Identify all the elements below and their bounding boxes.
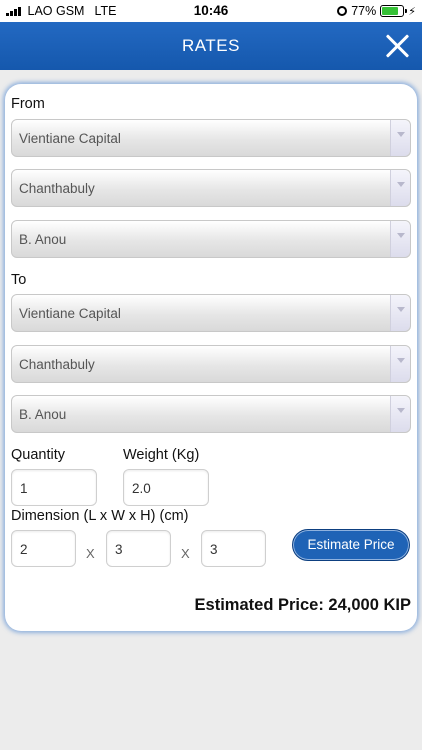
status-right: 77% ⚡ bbox=[337, 4, 416, 18]
quantity-input[interactable]: 1 bbox=[11, 469, 97, 506]
to-district-value: Chanthabuly bbox=[19, 357, 95, 372]
chevron-down-icon bbox=[390, 295, 410, 331]
status-bar: LAO GSM LTE 10:46 77% ⚡ bbox=[0, 0, 422, 22]
from-district-select[interactable]: Chanthabuly bbox=[11, 169, 411, 207]
length-input[interactable]: 2 bbox=[11, 530, 76, 567]
quantity-label: Quantity bbox=[11, 447, 65, 463]
to-province-select[interactable]: Vientiane Capital bbox=[11, 294, 411, 332]
battery-fill bbox=[382, 7, 398, 15]
to-label: To bbox=[11, 272, 27, 288]
times-symbol: X bbox=[181, 546, 190, 561]
height-value: 3 bbox=[210, 542, 218, 557]
from-province-value: Vientiane Capital bbox=[19, 131, 121, 146]
estimate-price-button[interactable]: Estimate Price bbox=[292, 529, 410, 561]
height-input[interactable]: 3 bbox=[201, 530, 266, 567]
width-value: 3 bbox=[115, 542, 123, 557]
chevron-down-icon bbox=[390, 120, 410, 156]
chevron-down-icon bbox=[390, 170, 410, 206]
weight-label: Weight (Kg) bbox=[123, 447, 200, 463]
nav-bar: RATES bbox=[0, 22, 422, 70]
chevron-down-icon bbox=[390, 346, 410, 382]
to-province-value: Vientiane Capital bbox=[19, 306, 121, 321]
to-village-select[interactable]: B. Anou bbox=[11, 395, 411, 433]
length-value: 2 bbox=[20, 542, 28, 557]
width-input[interactable]: 3 bbox=[106, 530, 171, 567]
charging-icon: ⚡ bbox=[408, 5, 416, 18]
from-district-value: Chanthabuly bbox=[19, 181, 95, 196]
times-symbol: X bbox=[86, 546, 95, 561]
rates-form-card: From Vientiane Capital Chanthabuly B. An… bbox=[5, 84, 417, 631]
to-district-select[interactable]: Chanthabuly bbox=[11, 345, 411, 383]
battery-percent: 77% bbox=[351, 4, 377, 18]
weight-value: 2.0 bbox=[132, 481, 151, 496]
from-village-select[interactable]: B. Anou bbox=[11, 220, 411, 258]
quantity-value: 1 bbox=[20, 481, 28, 496]
page-title: RATES bbox=[182, 36, 240, 55]
estimated-price: Estimated Price: 24,000 KIP bbox=[194, 596, 411, 614]
alarm-icon bbox=[337, 6, 348, 16]
to-village-value: B. Anou bbox=[19, 407, 67, 422]
from-label: From bbox=[11, 96, 45, 112]
battery-icon bbox=[380, 5, 408, 17]
from-village-value: B. Anou bbox=[19, 232, 67, 247]
dimension-label: Dimension (L x W x H) (cm) bbox=[11, 508, 189, 524]
chevron-down-icon bbox=[390, 221, 410, 257]
close-icon[interactable] bbox=[384, 33, 410, 59]
chevron-down-icon bbox=[390, 396, 410, 432]
weight-input[interactable]: 2.0 bbox=[123, 469, 209, 506]
from-province-select[interactable]: Vientiane Capital bbox=[11, 119, 411, 157]
